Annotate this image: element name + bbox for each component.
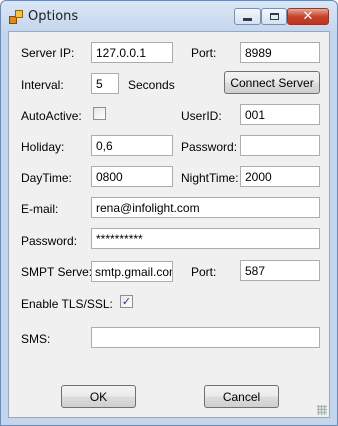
- app-icon: [9, 10, 23, 24]
- tls-ssl-checkbox[interactable]: ✓: [120, 295, 133, 308]
- checkmark-icon: ✓: [121, 294, 132, 308]
- port-input[interactable]: [240, 42, 320, 63]
- minimize-button[interactable]: [234, 8, 261, 25]
- autoactive-checkbox[interactable]: [93, 107, 106, 120]
- interval-label: Interval:: [21, 78, 64, 92]
- maximize-button[interactable]: [261, 8, 287, 25]
- email-label: E-mail:: [21, 202, 59, 216]
- close-button[interactable]: ✕: [287, 8, 329, 25]
- interval-input[interactable]: [91, 73, 119, 94]
- options-window: Options ✕ Server IP: Port: Interval: Sec…: [0, 0, 338, 426]
- title-bar[interactable]: Options ✕: [1, 1, 337, 31]
- resize-grip-icon[interactable]: [317, 405, 327, 415]
- connect-server-button[interactable]: Connect Server: [224, 71, 320, 94]
- tls-ssl-label: Enable TLS/SSL:: [21, 297, 113, 311]
- email-password-label: Password:: [21, 234, 78, 248]
- seconds-label: Seconds: [128, 78, 175, 92]
- ok-button[interactable]: OK: [61, 385, 136, 408]
- sms-label: SMS:: [21, 332, 51, 346]
- password-input[interactable]: [240, 135, 320, 156]
- password-label: Password:: [181, 140, 238, 154]
- autoactive-label: AutoActive:: [21, 109, 82, 123]
- close-icon: ✕: [302, 9, 314, 24]
- holiday-label: Holiday:: [21, 140, 65, 154]
- holiday-input[interactable]: [91, 135, 173, 156]
- minimize-icon: [243, 17, 252, 21]
- server-ip-input[interactable]: [91, 42, 173, 63]
- userid-label: UserID:: [181, 109, 222, 123]
- userid-input[interactable]: [240, 104, 320, 125]
- nighttime-label: NightTime:: [181, 171, 239, 185]
- sms-input[interactable]: [91, 327, 320, 348]
- nighttime-input[interactable]: [240, 166, 320, 187]
- email-password-input[interactable]: [91, 228, 320, 249]
- smtp-port-label: Port:: [191, 265, 217, 279]
- smtp-server-label: SMPT Serve:: [21, 265, 93, 279]
- server-ip-label: Server IP:: [21, 46, 75, 60]
- email-input[interactable]: [91, 197, 320, 218]
- dialog-body: Server IP: Port: Interval: Seconds Conne…: [8, 31, 330, 418]
- daytime-label: DayTime:: [21, 171, 72, 185]
- port-label: Port:: [191, 46, 217, 60]
- window-title: Options: [28, 9, 79, 24]
- smtp-port-input[interactable]: [240, 260, 320, 281]
- daytime-input[interactable]: [91, 166, 173, 187]
- cancel-button[interactable]: Cancel: [204, 385, 279, 408]
- smtp-server-input[interactable]: [91, 261, 173, 282]
- maximize-icon: [269, 13, 279, 20]
